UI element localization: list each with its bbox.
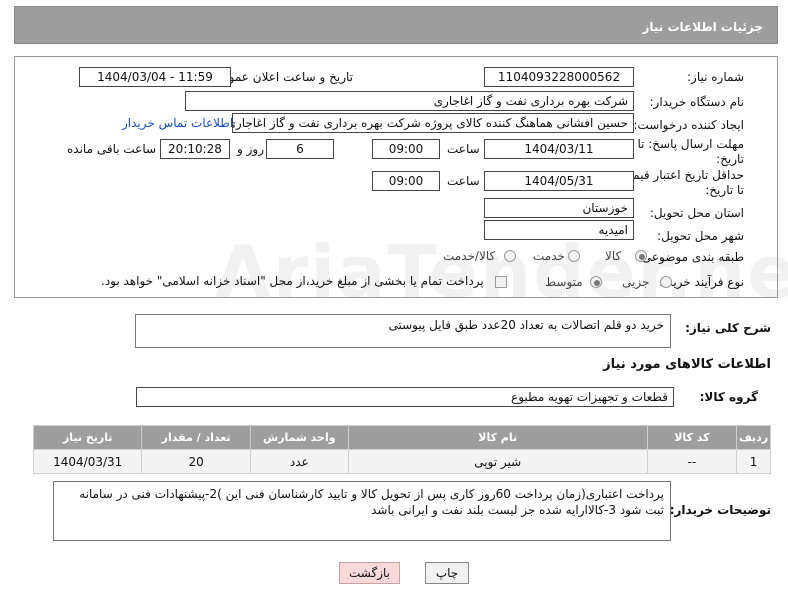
- page-title: جزئیات اطلاعات نیاز: [642, 20, 763, 34]
- col-header-row-number: ردیف: [736, 425, 771, 450]
- price-validity-label-1: حداقل تاریخ اعتبار قیمت:: [617, 168, 744, 182]
- reply-deadline-label-1: مهلت ارسال پاسخ: تا: [637, 137, 744, 151]
- requester-field: حسین افشانی هماهنگ کننده کالای پروژه شرک…: [232, 113, 634, 133]
- col-header-item-name: نام کالا: [347, 425, 648, 450]
- page-header: جزئیات اطلاعات نیاز: [14, 6, 778, 44]
- reply-deadline-date-field: 1404/03/11: [484, 139, 634, 159]
- price-validity-label-2: تا تاریخ:: [705, 183, 744, 197]
- print-button[interactable]: چاپ: [425, 562, 469, 584]
- need-number-field: 1104093228000562: [484, 67, 634, 87]
- delivery-city-label: شهر محل تحویل:: [657, 229, 744, 243]
- category-radio-goods[interactable]: [635, 250, 647, 262]
- goods-group-label: گروه کالا:: [699, 390, 758, 404]
- process-option-medium: متوسط: [545, 275, 583, 289]
- goods-table: ردیف کد کالا نام کالا واحد شمارش تعداد /…: [32, 425, 771, 474]
- goods-table-header-row: ردیف کد کالا نام کالا واحد شمارش تعداد /…: [32, 425, 771, 450]
- buyer-org-label: نام دستگاه خریدار:: [649, 95, 745, 109]
- cell-unit: عدد: [249, 449, 349, 474]
- cell-need-date: 1404/03/31: [32, 449, 143, 474]
- reply-deadline-time-label: ساعت: [447, 142, 480, 156]
- process-radio-medium[interactable]: [590, 276, 602, 288]
- reply-deadline-time-field: 09:00: [372, 139, 440, 159]
- category-label: طبقه بندی موضوعی:: [637, 250, 744, 264]
- treasury-payment-checkbox[interactable]: [495, 276, 507, 288]
- general-desc-textarea[interactable]: خرید دو قلم اتصالات به تعداد 20عدد طبق ف…: [135, 314, 671, 348]
- remaining-time-field: 20:10:28: [160, 139, 230, 159]
- category-option-goods-service: کالا/خدمت: [443, 249, 496, 263]
- category-option-service: خدمت: [533, 249, 565, 263]
- buyer-notes-label: توضیحات خریدار:: [669, 503, 771, 517]
- delivery-city-field: امیدیه: [484, 220, 634, 240]
- col-header-item-code: کد کالا: [646, 425, 738, 450]
- reply-deadline-label-2: تاریخ:: [716, 152, 744, 166]
- treasury-payment-note: پرداخت تمام یا بخشی از مبلغ خرید،از محل …: [101, 274, 484, 288]
- reply-days-field: 6: [266, 139, 334, 159]
- remaining-time-label: ساعت باقی مانده: [67, 142, 157, 156]
- back-button[interactable]: بازگشت: [339, 562, 400, 584]
- price-validity-time-field: 09:00: [372, 171, 440, 191]
- cell-quantity: 20: [141, 449, 251, 474]
- announce-datetime-field: 1404/03/04 - 11:59: [79, 67, 231, 87]
- process-option-minor: جزیی: [622, 275, 650, 289]
- buyer-notes-textarea[interactable]: پرداخت اعتباری(زمان پرداخت 60روز کاری پس…: [53, 481, 671, 541]
- price-validity-time-label: ساعت: [447, 174, 480, 188]
- buyer-notes-text: پرداخت اعتباری(زمان پرداخت 60روز کاری پس…: [79, 487, 664, 517]
- general-desc-label: شرح کلی نیاز:: [685, 321, 771, 335]
- general-desc-text: خرید دو قلم اتصالات به تعداد 20عدد طبق ف…: [388, 318, 664, 332]
- goods-group-field: قطعات و تجهیزات تهویه مطبوع: [136, 387, 674, 407]
- col-header-quantity: تعداد / مقدار: [141, 425, 251, 450]
- goods-info-title: اطلاعات کالاهای مورد نیاز: [603, 357, 771, 372]
- price-validity-date-field: 1404/05/31: [484, 171, 634, 191]
- delivery-province-field: خوزستان: [484, 198, 634, 218]
- cell-row-number: 1: [736, 449, 771, 474]
- process-radio-minor[interactable]: [660, 276, 672, 288]
- requester-label: ایجاد کننده درخواست:: [633, 118, 744, 132]
- category-radio-service[interactable]: [568, 250, 580, 262]
- cell-item-code: --: [646, 449, 738, 474]
- category-radio-goods-service[interactable]: [504, 250, 516, 262]
- col-header-unit: واحد شمارش: [249, 425, 349, 450]
- reply-days-label: روز و: [237, 142, 264, 156]
- buyer-contact-link[interactable]: اطلاعات تماس خریدار: [122, 116, 233, 130]
- table-row: 1 -- شیر توپی عدد 20 1404/03/31: [32, 449, 771, 474]
- need-number-label: شماره نیاز:: [687, 70, 744, 84]
- col-header-need-date: تاریخ نیاز: [32, 425, 143, 450]
- category-option-goods: کالا: [605, 249, 622, 263]
- delivery-province-label: استان محل تحویل:: [649, 206, 744, 220]
- cell-item-name: شیر توپی: [347, 449, 648, 474]
- buyer-org-field: شرکت بهره برداری نفت و گاز اغاجاری: [185, 91, 634, 111]
